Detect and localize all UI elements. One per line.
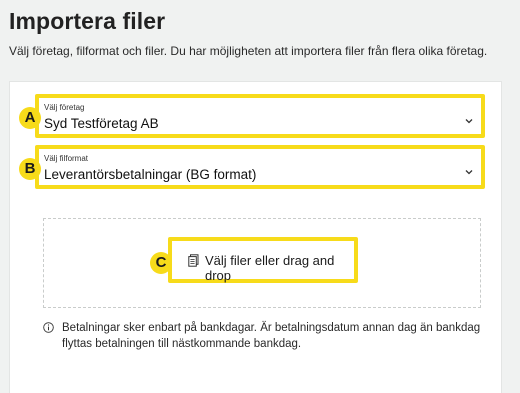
page-title: Importera filer: [9, 8, 166, 34]
chevron-down-icon: [465, 119, 473, 124]
chevron-down-icon: [465, 170, 473, 175]
marker-c: C: [150, 252, 172, 274]
company-select-label: Välj företag: [44, 103, 85, 112]
info-message: Betalningar sker enbart på bankdagar. Är…: [62, 322, 481, 350]
file-format-select[interactable]: Välj filformat Leverantörsbetalningar (B…: [35, 145, 485, 189]
choose-files-button[interactable]: Välj filer eller drag and drop: [168, 237, 358, 283]
marker-a: A: [19, 107, 41, 129]
file-format-select-label: Välj filformat: [44, 154, 89, 163]
file-icon: [188, 254, 199, 267]
choose-files-label: Välj filer eller drag and drop: [205, 253, 335, 283]
page-subtitle: Välj företag, filformat och filer. Du ha…: [9, 44, 488, 58]
company-select-value: Syd Testföretag AB: [44, 116, 159, 131]
info-icon: [43, 322, 54, 333]
company-select[interactable]: Välj företag Syd Testföretag AB: [35, 94, 485, 138]
file-format-select-value: Leverantörsbetalningar (BG format): [44, 167, 257, 182]
marker-b: B: [19, 158, 41, 180]
